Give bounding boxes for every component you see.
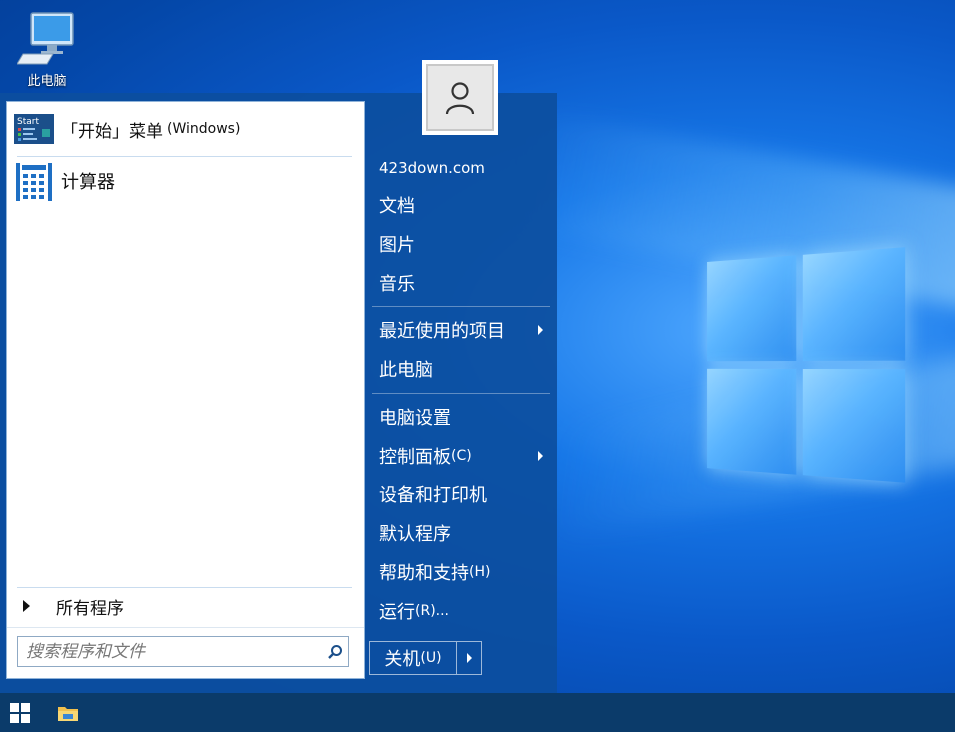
svg-text:Start: Start bbox=[17, 117, 39, 127]
submenu-arrow-icon bbox=[538, 451, 543, 461]
documents-link[interactable]: 文档 bbox=[379, 190, 549, 220]
separator bbox=[17, 587, 352, 588]
desktop-icon-this-pc[interactable]: 此电脑 bbox=[14, 10, 80, 89]
pictures-link[interactable]: 图片 bbox=[379, 229, 549, 259]
chevron-right-icon bbox=[466, 653, 472, 663]
desktop-icon-label: 此电脑 bbox=[27, 74, 67, 89]
expand-arrow-icon bbox=[23, 600, 30, 612]
submenu-arrow-icon bbox=[538, 325, 543, 335]
start-menu-app-icon: Start bbox=[13, 113, 55, 145]
separator bbox=[372, 393, 550, 394]
taskbar-file-explorer[interactable] bbox=[48, 693, 88, 732]
start-button[interactable] bbox=[0, 693, 40, 732]
calculator-icon bbox=[13, 163, 55, 201]
all-programs-button[interactable]: 所有程序 bbox=[17, 592, 124, 620]
separator bbox=[17, 156, 352, 157]
recent-items-link[interactable]: 最近使用的项目 bbox=[379, 315, 549, 345]
user-icon bbox=[445, 81, 475, 114]
file-explorer-icon bbox=[58, 706, 78, 721]
separator bbox=[7, 627, 364, 628]
program-label: 「开始」菜单 bbox=[61, 121, 163, 142]
control-panel-link[interactable]: 控制面板 (C) bbox=[379, 441, 549, 471]
help-support-link[interactable]: 帮助和支持 (H) bbox=[379, 557, 549, 587]
this-pc-link[interactable]: 此电脑 bbox=[379, 354, 549, 384]
all-programs-label: 所有程序 bbox=[56, 598, 124, 619]
separator bbox=[372, 306, 550, 307]
shutdown-options-button[interactable] bbox=[457, 642, 481, 674]
shutdown-button[interactable]: 关机 (U) bbox=[370, 642, 457, 674]
taskbar bbox=[0, 693, 955, 732]
wallpaper-windows-logo bbox=[707, 247, 907, 485]
program-label: 计算器 bbox=[61, 172, 115, 193]
devices-printers-link[interactable]: 设备和打印机 bbox=[379, 479, 549, 509]
computer-icon bbox=[17, 12, 74, 65]
program-sublabel: (Windows) bbox=[167, 121, 241, 137]
user-avatar[interactable] bbox=[426, 64, 494, 131]
pc-settings-link[interactable]: 电脑设置 bbox=[379, 402, 549, 432]
user-name-link[interactable]: 423down.com bbox=[379, 153, 549, 183]
shutdown-button-group: 关机 (U) bbox=[369, 641, 482, 675]
music-link[interactable]: 音乐 bbox=[379, 268, 549, 298]
program-start-menu[interactable]: Start 「开始」菜单 (Windows) bbox=[13, 108, 240, 150]
windows-start-icon bbox=[10, 702, 30, 723]
search-icon[interactable] bbox=[322, 644, 348, 660]
program-calculator[interactable]: 计算器 bbox=[13, 160, 115, 202]
search-box[interactable] bbox=[17, 636, 349, 667]
default-programs-link[interactable]: 默认程序 bbox=[379, 518, 549, 548]
search-input[interactable] bbox=[24, 637, 322, 666]
run-link[interactable]: 运行 (R)... bbox=[379, 596, 549, 626]
start-menu-left-pane: Start 「开始」菜单 (Windows) 计算器 所有程序 搜索程序和文件 bbox=[6, 101, 365, 679]
